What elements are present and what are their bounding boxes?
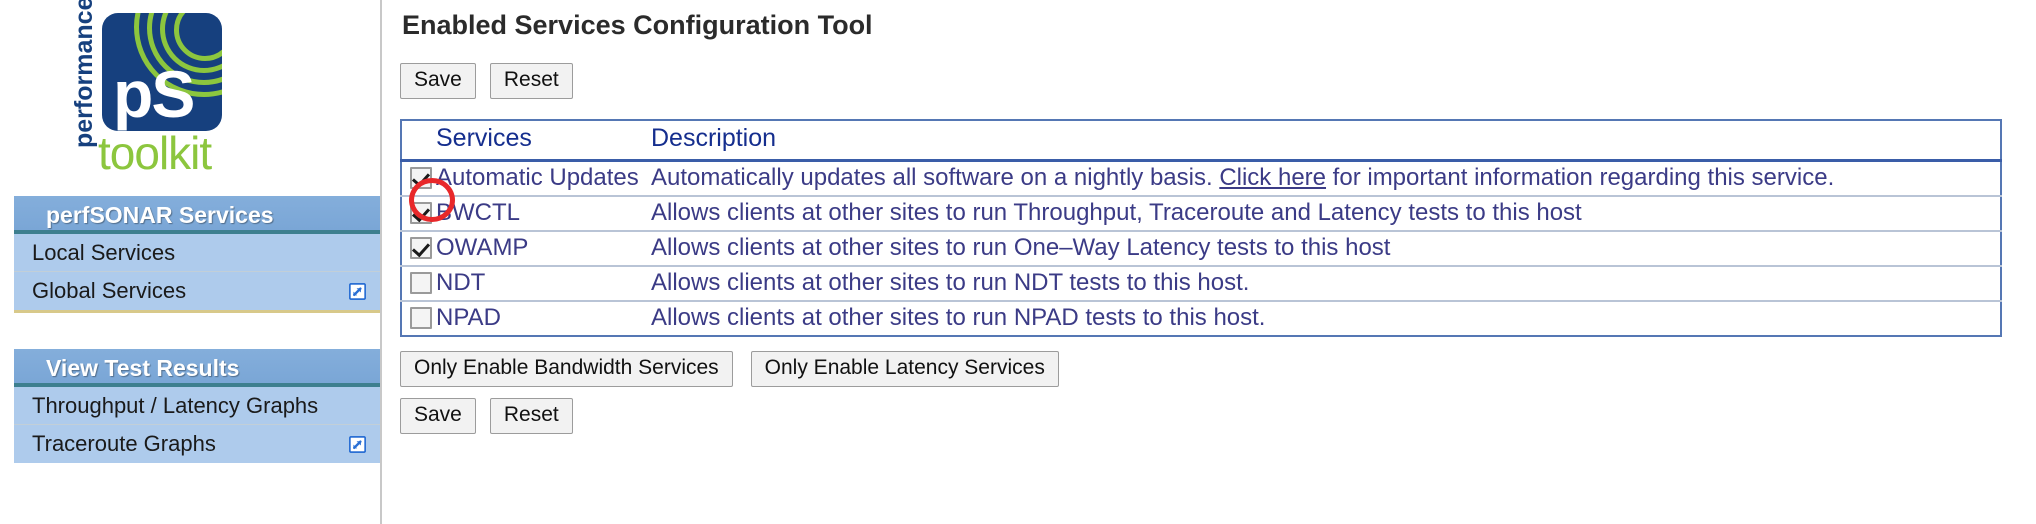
external-link-icon xyxy=(349,282,366,300)
logo-toolkit-text: toolkit xyxy=(98,127,212,179)
column-header-services: Services xyxy=(436,120,651,162)
save-button-top[interactable]: Save xyxy=(400,63,476,99)
table-cell-checkbox xyxy=(401,266,436,302)
nav-items-view-test-results: Throughput / Latency Graphs Traceroute G… xyxy=(14,387,380,463)
service-name: NDT xyxy=(436,266,651,302)
service-description: Allows clients at other sites to run Thr… xyxy=(651,196,2001,232)
npad-checkbox[interactable] xyxy=(410,307,432,329)
services-table: Services Description Automatic Updates A… xyxy=(400,119,2002,337)
logo-mark: pS xyxy=(102,13,222,131)
logo-wrap: performance pS toolkit xyxy=(70,0,280,194)
table-cell-checkbox xyxy=(401,196,436,232)
table-cell-checkbox xyxy=(401,231,436,267)
table-row: NPAD Allows clients at other sites to ru… xyxy=(401,301,2001,336)
page-root: performance pS toolkit perfSONAR Service… xyxy=(0,0,2036,524)
table-row: Automatic Updates Automatically updates … xyxy=(401,160,2001,197)
service-description: Allows clients at other sites to run One… xyxy=(651,231,2001,267)
sidebar-item-throughput-latency-graphs[interactable]: Throughput / Latency Graphs xyxy=(14,387,380,425)
sidebar-item-label: Throughput / Latency Graphs xyxy=(32,392,319,418)
nav-items-perfsonar-services: Local Services Global Services xyxy=(14,234,380,310)
click-here-link[interactable]: Click here xyxy=(1219,164,1326,191)
sidebar-item-global-services[interactable]: Global Services xyxy=(14,272,380,310)
only-enable-latency-services-button[interactable]: Only Enable Latency Services xyxy=(750,351,1059,387)
automatic-updates-checkbox[interactable] xyxy=(410,167,432,189)
nav-spacer xyxy=(0,313,380,349)
service-description: Automatically updates all software on a … xyxy=(651,160,2001,197)
table-cell-checkbox xyxy=(401,301,436,336)
sidebar-item-label: Traceroute Graphs xyxy=(32,431,216,456)
owamp-checkbox[interactable] xyxy=(410,237,432,259)
bottom-button-row: Save Reset xyxy=(400,398,2036,434)
bwctl-checkbox[interactable] xyxy=(410,202,432,224)
service-name: OWAMP xyxy=(436,231,651,267)
service-description: Allows clients at other sites to run NPA… xyxy=(651,304,1266,331)
table-header-row: Services Description xyxy=(401,120,2001,162)
service-name: BWCTL xyxy=(436,196,651,232)
ndt-checkbox[interactable] xyxy=(410,272,432,294)
nav-section-perfsonar-services: perfSONAR Services Local Services Global… xyxy=(0,196,380,313)
table-row: OWAMP Allows clients at other sites to r… xyxy=(401,231,2001,267)
table-row: NDT Allows clients at other sites to run… xyxy=(401,266,2001,302)
description-text-after: for important information regarding this… xyxy=(1326,164,1835,191)
only-enable-bandwidth-services-button[interactable]: Only Enable Bandwidth Services xyxy=(400,351,733,387)
reset-button-top[interactable]: Reset xyxy=(489,63,573,99)
main-content: Enabled Services Configuration Tool Save… xyxy=(382,0,2036,524)
sidebar-item-label: Local Services xyxy=(32,239,176,265)
top-button-row: Save Reset xyxy=(400,63,2036,99)
service-description: Allows clients at other sites to run NDT… xyxy=(651,266,2001,302)
logo-ps-text: pS xyxy=(113,57,195,131)
save-button-bottom[interactable]: Save xyxy=(400,398,476,434)
brand-logo: performance pS toolkit xyxy=(0,0,380,196)
sidebar: performance pS toolkit perfSONAR Service… xyxy=(0,0,382,524)
table-cell-checkbox xyxy=(401,160,436,197)
reset-button-bottom[interactable]: Reset xyxy=(489,398,573,434)
logo-performance-text: performance xyxy=(70,0,98,148)
external-link-icon xyxy=(349,435,366,453)
nav-header-perfsonar-services: perfSONAR Services xyxy=(14,196,380,234)
sidebar-item-traceroute-graphs[interactable]: Traceroute Graphs xyxy=(14,425,380,463)
table-row: BWCTL Allows clients at other sites to r… xyxy=(401,196,2001,232)
sidebar-item-local-services[interactable]: Local Services xyxy=(14,234,380,272)
column-header-description: Description xyxy=(651,120,2001,162)
sidebar-item-label: Global Services xyxy=(32,278,187,303)
description-text-before: Automatically updates all software on a … xyxy=(651,164,1220,191)
nav-section-view-test-results: View Test Results Throughput / Latency G… xyxy=(0,349,380,463)
nav-header-view-test-results: View Test Results xyxy=(14,349,380,387)
page-title: Enabled Services Configuration Tool xyxy=(402,10,873,40)
service-name: Automatic Updates xyxy=(436,160,651,197)
preset-button-row: Only Enable Bandwidth Services Only Enab… xyxy=(400,351,2036,387)
table-header-checkbox-col xyxy=(401,120,436,162)
service-name: NPAD xyxy=(436,304,501,331)
